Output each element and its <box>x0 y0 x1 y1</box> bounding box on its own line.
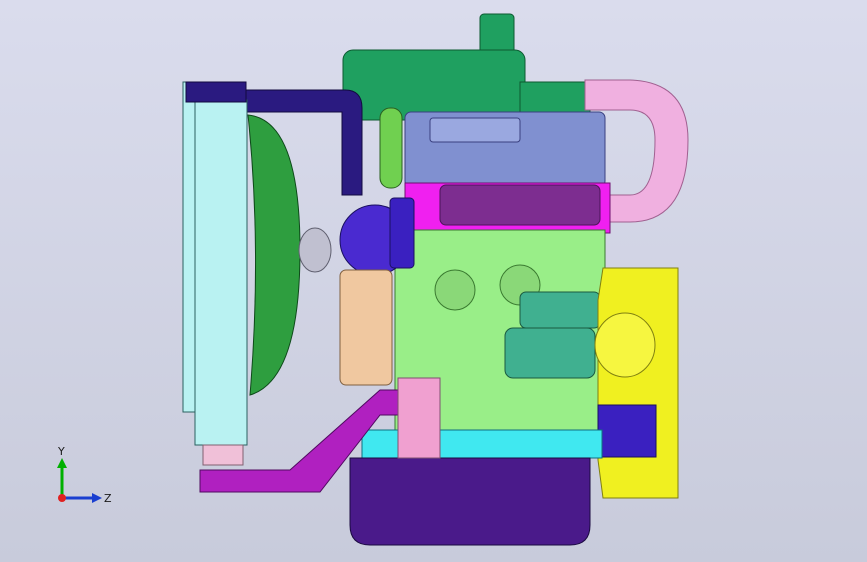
axis-triad: Y Z <box>57 445 112 505</box>
y-axis-arrowhead <box>57 458 67 468</box>
y-axis-label: Y <box>57 445 65 458</box>
cad-viewport[interactable]: Y Z <box>0 0 867 562</box>
z-axis-arrowhead <box>92 493 102 503</box>
z-axis-label: Z <box>104 492 112 505</box>
x-axis-dot <box>58 494 66 502</box>
